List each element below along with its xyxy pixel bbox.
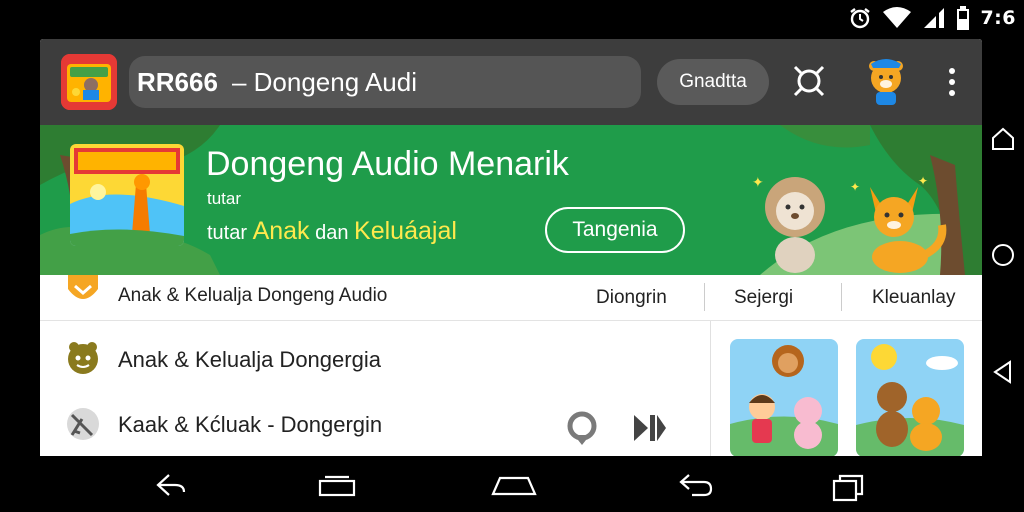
home-pill-icon[interactable]: [490, 472, 538, 502]
list-item[interactable]: Anak & Kelualja Dongergia: [40, 329, 710, 389]
svg-text:✦: ✦: [752, 175, 764, 191]
banner-book-image: [70, 144, 184, 246]
list-item[interactable]: Kaak & Kćluak - Dongergin: [40, 393, 710, 453]
tab-divider: [841, 283, 842, 311]
status-bar: 7:6: [0, 0, 1024, 36]
banner[interactable]: ✦ ✦ ✦ Dongeng Audio Menarik tutar tutar …: [40, 125, 982, 275]
story-list: Anak & Kelualja Dongergia Kaak & Kćluak …: [40, 321, 710, 456]
location-pin-icon[interactable]: [565, 411, 599, 447]
status-icons: 7:6: [848, 6, 1016, 30]
category-label: Anak & Kelualja Dongeng Audio: [118, 285, 388, 306]
recents-icon[interactable]: [832, 472, 868, 506]
home-icon[interactable]: [318, 472, 356, 502]
overflow-menu-icon[interactable]: [942, 65, 962, 99]
tab-diongrin[interactable]: Diongrin: [596, 287, 667, 309]
app-logo-icon[interactable]: [61, 54, 117, 110]
search-icon[interactable]: [791, 63, 827, 99]
list-item-label: Kaak & Kćluak - Dongergin: [118, 412, 383, 437]
kids-with-bear-picture[interactable]: [730, 339, 838, 456]
category-bar: Anak & Kelualja Dongeng Audio Diongrin S…: [40, 275, 982, 321]
banner-title: Dongeng Audio Menarik: [206, 145, 569, 183]
tab-kleuanlay[interactable]: Kleuanlay: [872, 287, 955, 309]
play-pause-icon[interactable]: [632, 413, 668, 443]
return-icon[interactable]: [678, 472, 714, 502]
clock: 7:6: [980, 7, 1016, 29]
svg-text:✦: ✦: [918, 174, 928, 188]
pencil-icon: [64, 405, 102, 443]
svg-text:✦: ✦: [850, 180, 860, 194]
divider: [710, 321, 711, 456]
chevron-badge-icon: [66, 275, 100, 303]
banner-tagline: tutar Anak dan Keluáajal: [207, 217, 457, 245]
title-pill[interactable]: RR666– Dongeng Audi: [129, 56, 641, 108]
alarm-icon: [848, 7, 872, 29]
app-title: RR666– Dongeng Audi: [137, 66, 417, 97]
back-triangle-icon[interactable]: [990, 359, 1016, 385]
tab-sejergi[interactable]: Sejergi: [734, 287, 793, 309]
list-item-label: Anak & Kelualja Dongergia: [118, 347, 381, 372]
tab-divider: [704, 283, 705, 311]
signal-icon: [922, 7, 946, 29]
banner-button[interactable]: Tangenia: [545, 207, 685, 253]
face-icon: [64, 340, 102, 378]
home-icon[interactable]: [990, 126, 1016, 152]
circle-home-icon[interactable]: [990, 242, 1016, 268]
avatar[interactable]: [863, 56, 909, 106]
bears-with-sun-picture[interactable]: [856, 339, 964, 456]
app-bar: RR666– Dongeng Audi Gnadtta: [40, 39, 982, 125]
back-icon[interactable]: [155, 472, 187, 502]
banner-subtitle: tutar: [207, 189, 242, 208]
battery-icon: [956, 6, 970, 30]
app-window: RR666– Dongeng Audi Gnadtta ✦ ✦ ✦ Dongen…: [40, 39, 982, 456]
wifi-icon: [882, 7, 912, 29]
side-nav: [982, 36, 1024, 456]
action-pill-button[interactable]: Gnadtta: [657, 59, 769, 105]
bottom-nav: [0, 456, 1024, 512]
